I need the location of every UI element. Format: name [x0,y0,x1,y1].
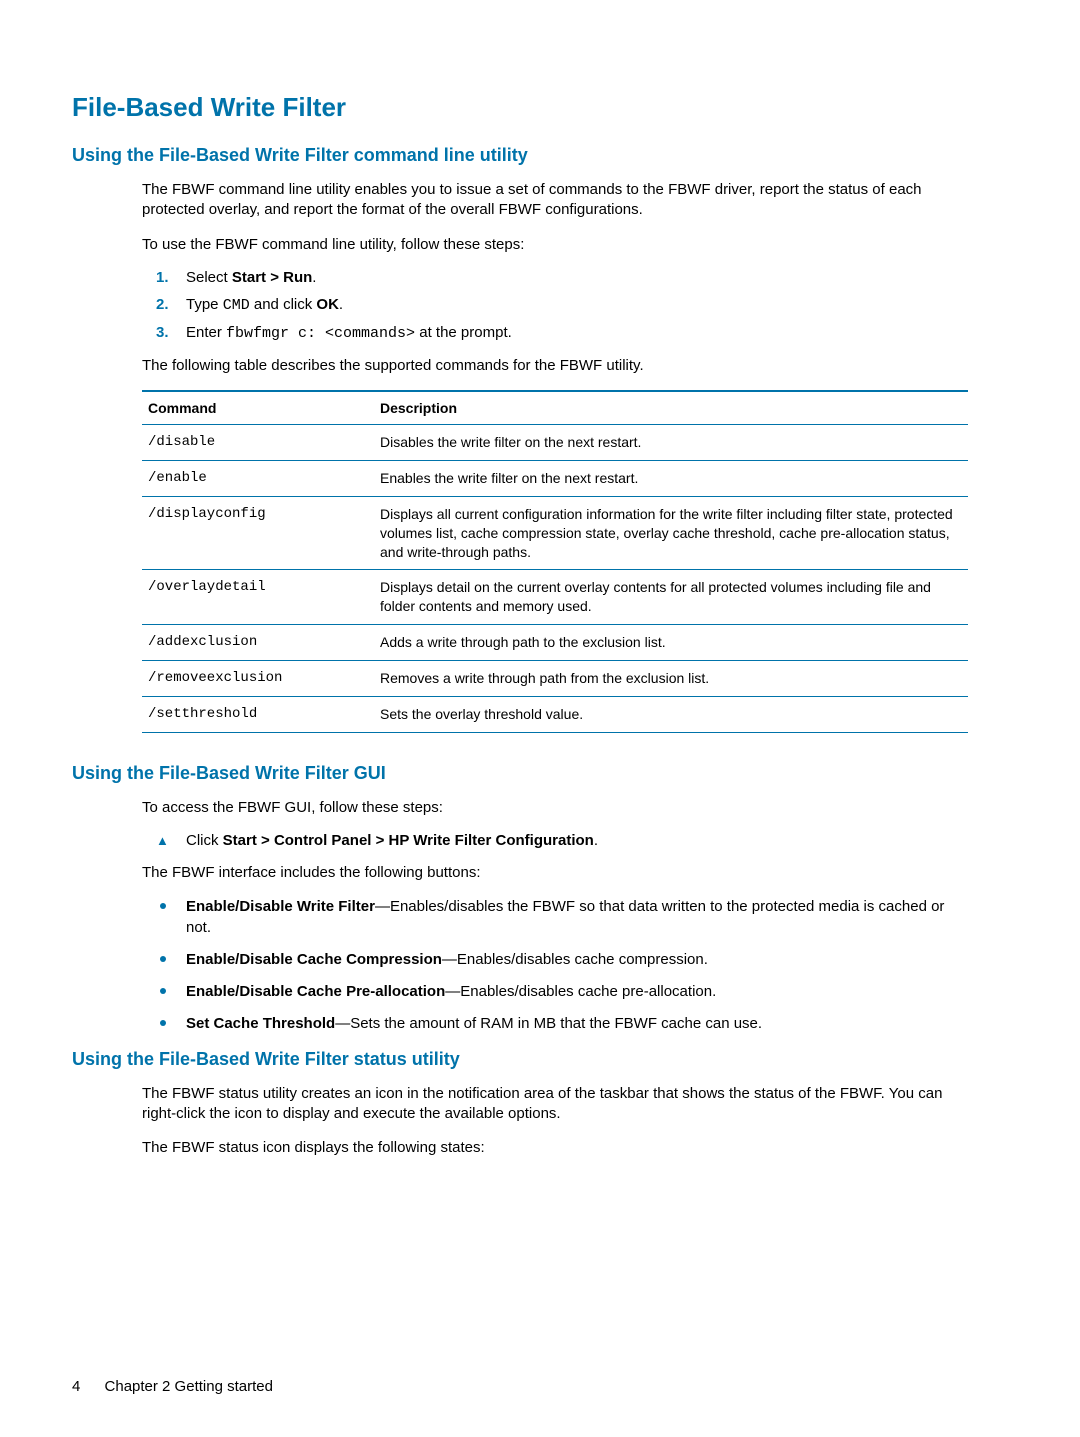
section-body-status: The FBWF status utility creates an icon … [142,1084,968,1159]
step-3: Enter fbwfmgr c: <commands> at the promp… [186,324,968,342]
chapter-label: Chapter 2 Getting started [105,1378,273,1395]
table-header-description: Description [374,391,968,425]
status-paragraph-1: The FBWF status utility creates an icon … [142,1084,968,1125]
page-title: File-Based Write Filter [72,92,1008,123]
list-item: Enable/Disable Write Filter—Enables/disa… [186,897,968,938]
table-row: /setthreshold Sets the overlay threshold… [142,697,968,733]
table-header-command: Command [142,391,374,425]
page-number: 4 [72,1378,80,1395]
step-2: Type CMD and click OK. [186,296,968,314]
steps-list: Select Start > Run. Type CMD and click O… [142,269,968,342]
table-row: /overlaydetail Displays detail on the cu… [142,570,968,625]
list-item: Set Cache Threshold—Sets the amount of R… [186,1014,968,1034]
section-body-cmdline: The FBWF command line utility enables yo… [142,180,968,733]
table-row: /removeexclusion Removes a write through… [142,661,968,697]
section-heading-cmdline: Using the File-Based Write Filter comman… [72,145,1008,166]
gui-intro: To access the FBWF GUI, follow these ste… [142,798,968,818]
table-lead: The following table describes the suppor… [142,356,968,376]
table-row: /addexclusion Adds a write through path … [142,625,968,661]
section-body-gui: To access the FBWF GUI, follow these ste… [142,798,968,1035]
document-page: File-Based Write Filter Using the File-B… [0,0,1080,1437]
button-list: Enable/Disable Write Filter—Enables/disa… [142,897,968,1034]
table-row: /disable Disables the write filter on th… [142,425,968,461]
list-item: Enable/Disable Cache Compression—Enables… [186,950,968,970]
step-1: Select Start > Run. [186,269,968,286]
intro-paragraph: The FBWF command line utility enables yo… [142,180,968,221]
section-heading-status: Using the File-Based Write Filter status… [72,1049,1008,1070]
page-footer: 4 Chapter 2 Getting started [72,1378,273,1395]
list-item: Enable/Disable Cache Pre-allocation—Enab… [186,982,968,1002]
table-row: /displayconfig Displays all current conf… [142,496,968,570]
commands-table: Command Description /disable Disables th… [142,390,968,733]
steps-lead: To use the FBWF command line utility, fo… [142,235,968,255]
table-row: /enable Enables the write filter on the … [142,460,968,496]
status-paragraph-2: The FBWF status icon displays the follow… [142,1138,968,1158]
triangle-step: Click Start > Control Panel > HP Write F… [142,832,968,849]
section-heading-gui: Using the File-Based Write Filter GUI [72,763,1008,784]
buttons-lead: The FBWF interface includes the followin… [142,863,968,883]
